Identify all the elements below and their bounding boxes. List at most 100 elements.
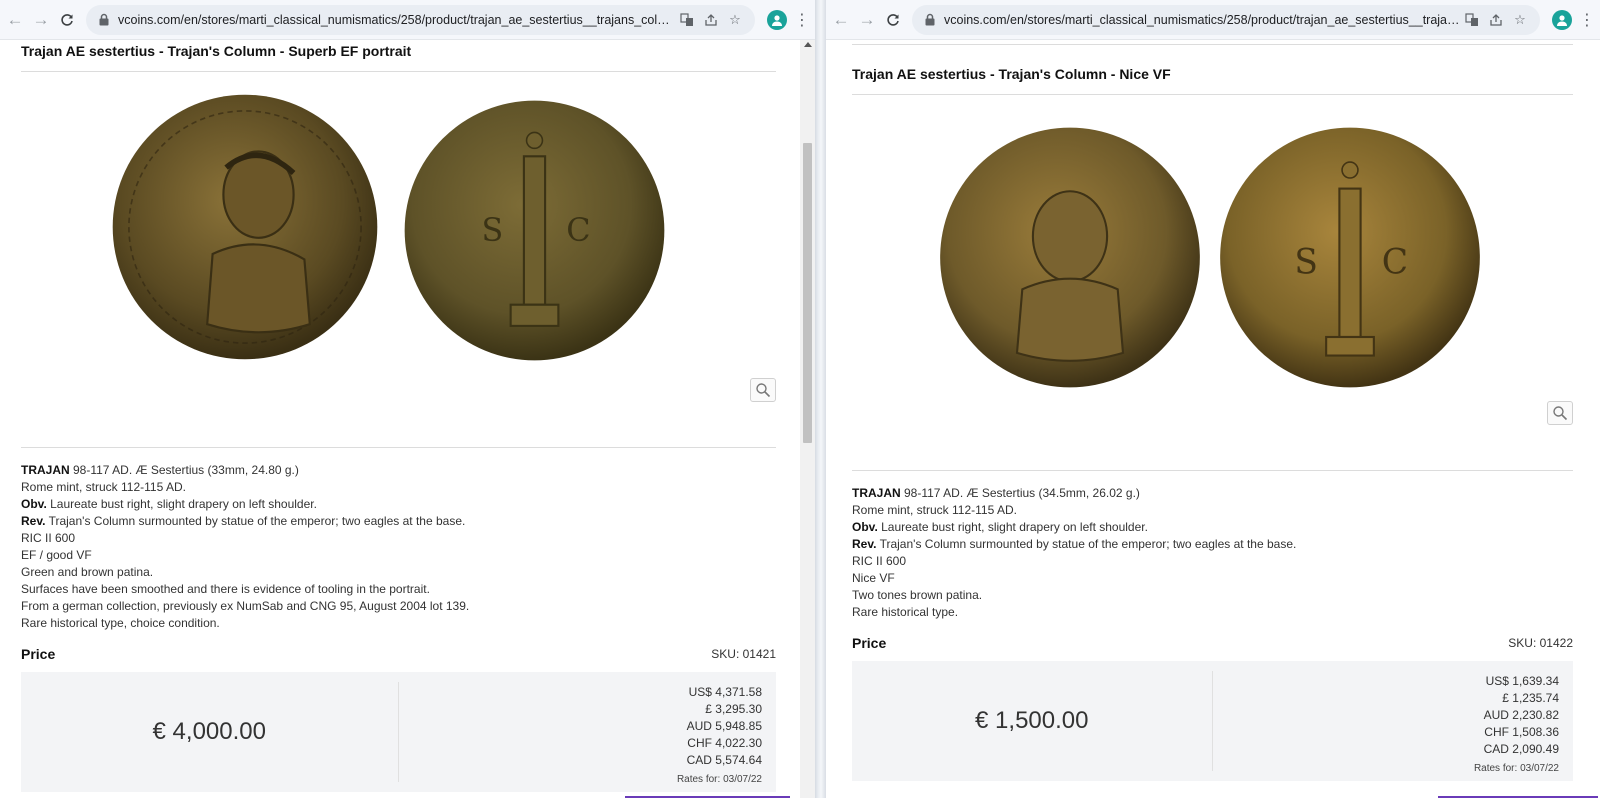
price-value: € 4,000.00 — [21, 682, 399, 782]
obverse-label: Obv. — [21, 497, 47, 511]
price-label: Price — [852, 635, 887, 651]
rate-usd: US$ 4,371.58 — [688, 685, 762, 699]
obverse-text: Laureate bust right, slight drapery on l… — [877, 520, 1148, 534]
lock-icon — [925, 13, 935, 26]
product-image-area[interactable]: S C — [852, 95, 1573, 471]
star-icon[interactable]: ☆ — [1508, 8, 1532, 32]
right-browser-window: ← → vcoins.com/en/stores/marti_classical… — [826, 0, 1600, 798]
product-description: TRAJAN 98-117 AD. Æ Sestertius (34.5mm, … — [852, 485, 1573, 621]
rarity-note: Rare historical type, choice condition. — [21, 616, 220, 630]
sku: SKU: 01421 — [711, 647, 776, 661]
scroll-up-arrow-icon[interactable] — [804, 42, 812, 47]
star-icon[interactable]: ☆ — [723, 8, 747, 32]
obverse-label: Obv. — [852, 520, 878, 534]
url-text: vcoins.com/en/stores/marti_classical_num… — [118, 12, 675, 27]
zoom-button[interactable] — [750, 378, 776, 402]
magnifier-icon — [1553, 406, 1568, 421]
address-bar[interactable]: vcoins.com/en/stores/marti_classical_num… — [912, 4, 1540, 35]
reverse-text: Trajan's Column surmounted by statue of … — [45, 514, 466, 528]
back-button[interactable]: ← — [2, 7, 28, 33]
back-button[interactable]: ← — [828, 7, 854, 33]
share-icon[interactable] — [699, 8, 723, 32]
reload-icon — [61, 13, 73, 26]
obverse-coin-image — [106, 92, 384, 362]
avatar[interactable] — [1552, 9, 1572, 30]
ruler-name: TRAJAN — [852, 486, 901, 500]
price-label: Price — [21, 646, 56, 662]
price-box: € 1,500.00 US$ 1,639.34 £ 1,235.74 AUD 2… — [852, 661, 1573, 781]
reverse-coin-image: S C — [1216, 125, 1484, 390]
vertical-scrollbar[interactable] — [800, 40, 815, 798]
kebab-menu-icon[interactable]: ⋮ — [1578, 10, 1596, 30]
price-value: € 1,500.00 — [852, 671, 1213, 771]
product-content: Trajan AE sestertius - Trajan's Column -… — [852, 66, 1573, 781]
svg-text:S: S — [1294, 242, 1318, 282]
scrollbar-thumb[interactable] — [803, 143, 812, 443]
reverse-label: Rev. — [852, 537, 877, 551]
reverse-label: Rev. — [21, 514, 46, 528]
provenance: From a german collection, previously ex … — [21, 599, 470, 613]
kebab-menu-icon[interactable]: ⋮ — [793, 10, 811, 30]
price-box: € 4,000.00 US$ 4,371.58 £ 3,295.30 AUD 5… — [21, 672, 776, 792]
rate-aud: AUD 5,948.85 — [686, 719, 762, 733]
url-text: vcoins.com/en/stores/marti_classical_num… — [944, 12, 1460, 27]
reload-button[interactable] — [54, 7, 80, 33]
avatar[interactable] — [767, 9, 787, 30]
rate-aud: AUD 2,230.82 — [1483, 708, 1559, 722]
rate-gbp: £ 3,295.30 — [705, 702, 762, 716]
obverse-text: Laureate bust right, slight drapery on l… — [46, 497, 317, 511]
ruler-name: TRAJAN — [21, 463, 70, 477]
svg-text:C: C — [1382, 242, 1408, 282]
address-bar[interactable]: vcoins.com/en/stores/marti_classical_num… — [86, 4, 755, 35]
svg-text:C: C — [566, 212, 590, 249]
product-description: TRAJAN 98-117 AD. Æ Sestertius (33mm, 24… — [21, 462, 776, 632]
translate-icon[interactable] — [675, 8, 699, 32]
rates-date: Rates for: 03/07/22 — [676, 774, 762, 785]
product-image-area[interactable]: S C — [21, 72, 776, 448]
sku: SKU: 01422 — [1508, 636, 1573, 650]
coin-specs: 98-117 AD. Æ Sestertius (33mm, 24.80 g.) — [69, 463, 299, 477]
browser-toolbar: ← → vcoins.com/en/stores/marti_classical… — [0, 0, 815, 40]
reload-icon — [887, 13, 899, 26]
condition-note: Surfaces have been smoothed and there is… — [21, 582, 430, 596]
grade: Nice VF — [852, 571, 895, 585]
price-header: Price SKU: 01422 — [852, 635, 1573, 651]
product-title: Trajan AE sestertius - Trajan's Column -… — [852, 66, 1573, 95]
reference: RIC II 600 — [852, 554, 907, 568]
patina: Two tones brown patina. — [852, 588, 983, 602]
svg-text:S: S — [482, 212, 504, 249]
left-browser-window: ← → vcoins.com/en/stores/marti_classical… — [0, 0, 815, 798]
rate-usd: US$ 1,639.34 — [1485, 674, 1559, 688]
reload-button[interactable] — [880, 7, 906, 33]
mint-info: Rome mint, struck 112-115 AD. — [21, 480, 186, 494]
window-splitter — [815, 0, 826, 798]
header-divider — [852, 44, 1573, 45]
obverse-coin-image — [935, 125, 1205, 390]
rate-chf: CHF 4,022.30 — [687, 736, 762, 750]
page-viewport: Trajan AE sestertius - Trajan's Column -… — [0, 40, 800, 798]
forward-button[interactable]: → — [854, 7, 880, 33]
coin-specs: 98-117 AD. Æ Sestertius (34.5mm, 26.02 g… — [900, 486, 1140, 500]
product-content: Trajan AE sestertius - Trajan's Column -… — [21, 43, 776, 792]
rate-chf: CHF 1,508.36 — [1484, 725, 1559, 739]
mint-info: Rome mint, struck 112-115 AD. — [852, 503, 1017, 517]
grade: EF / good VF — [21, 548, 92, 562]
price-header: Price SKU: 01421 — [21, 646, 776, 662]
translate-icon[interactable] — [1460, 8, 1484, 32]
zoom-button[interactable] — [1547, 401, 1573, 425]
reverse-text: Trajan's Column surmounted by statue of … — [876, 537, 1297, 551]
reference: RIC II 600 — [21, 531, 76, 545]
patina: Green and brown patina. — [21, 565, 154, 579]
lock-icon — [99, 13, 109, 26]
currency-rates: US$ 4,371.58 £ 3,295.30 AUD 5,948.85 CHF… — [399, 672, 777, 792]
rate-cad: CAD 2,090.49 — [1483, 742, 1559, 756]
rate-cad: CAD 5,574.64 — [686, 753, 762, 767]
share-icon[interactable] — [1484, 8, 1508, 32]
magnifier-icon — [756, 383, 771, 398]
rate-gbp: £ 1,235.74 — [1502, 691, 1559, 705]
browser-toolbar: ← → vcoins.com/en/stores/marti_classical… — [826, 0, 1600, 40]
product-title: Trajan AE sestertius - Trajan's Column -… — [21, 43, 776, 72]
reverse-coin-image: S C — [393, 98, 676, 363]
forward-button[interactable]: → — [28, 7, 54, 33]
page-viewport: Trajan AE sestertius - Trajan's Column -… — [826, 40, 1600, 798]
